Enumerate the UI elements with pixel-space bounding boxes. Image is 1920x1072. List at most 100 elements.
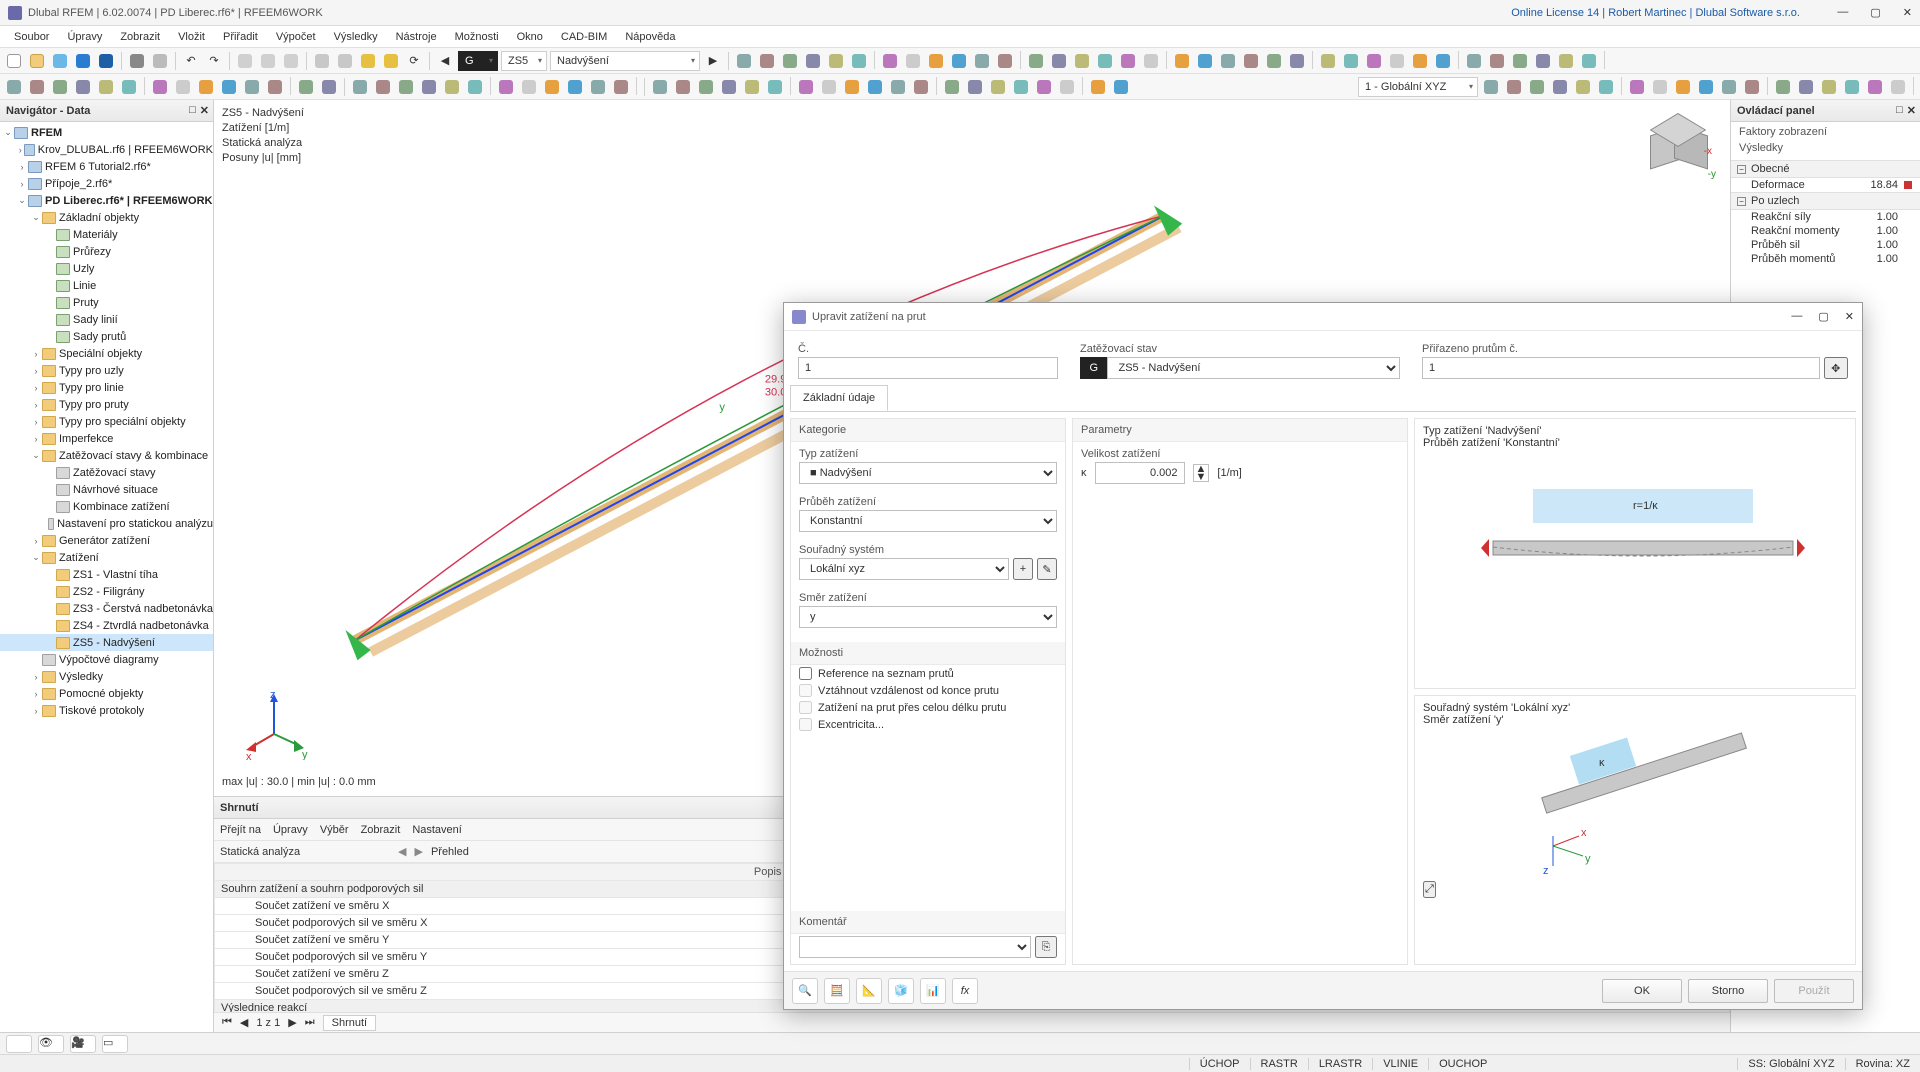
tb1-27-icon[interactable] [1387,51,1407,71]
maximize-button[interactable]: ▢ [1866,4,1884,21]
tb2a-5-icon[interactable] [119,77,139,97]
dlg-cs-select[interactable]: Lokální xyz [799,558,1009,580]
tb2d-8-icon[interactable] [1673,77,1693,97]
tb2b-6-icon[interactable] [496,77,516,97]
tb1-23-icon[interactable] [1287,51,1307,71]
menu-výsledky[interactable]: Výsledky [326,28,386,46]
next-icon[interactable]: ▶ [414,845,422,858]
tree-item[interactable]: Materiály [0,226,213,243]
tree-item[interactable]: ›Typy pro speciální objekty [0,413,213,430]
tab-basic-data[interactable]: Základní údaje [790,385,888,411]
summary-view-combo[interactable]: Přehled [431,846,591,858]
dlg-assign-input[interactable] [1422,357,1820,379]
tb2c-2-icon[interactable] [696,77,716,97]
tree-item[interactable]: ⌄PD Liberec.rf6* | RFEEM6WORK [0,192,213,209]
tb2a-11-icon[interactable] [265,77,285,97]
tb1-15-icon[interactable] [1095,51,1115,71]
menu-zobrazit[interactable]: Zobrazit [112,28,168,46]
tb1-17-icon[interactable] [1141,51,1161,71]
tree-item[interactable]: Kombinace zatížení [0,498,213,515]
tb2a-2-icon[interactable] [50,77,70,97]
dlg-num-input[interactable] [798,357,1058,379]
pager-first-icon[interactable]: ⏮ [222,1016,232,1029]
tb1-13-icon[interactable] [1049,51,1069,71]
preview-toggle-icon[interactable]: ⤢ [1423,881,1436,898]
tb1-10-icon[interactable] [972,51,992,71]
tb1-3-icon[interactable] [803,51,823,71]
tb2b-9-icon[interactable] [565,77,585,97]
menu-okno[interactable]: Okno [509,28,551,46]
tb1-18-icon[interactable] [1172,51,1192,71]
tb2c-6-icon[interactable] [796,77,816,97]
tb2c-1-icon[interactable] [673,77,693,97]
print-icon[interactable] [127,51,147,71]
tb2c-3-icon[interactable] [719,77,739,97]
zoom-fit-icon[interactable] [358,51,378,71]
menu-možnosti[interactable]: Možnosti [447,28,507,46]
tree-item[interactable]: Sady prutů [0,328,213,345]
dlg-dist-select[interactable]: Konstantní [799,510,1057,532]
tb1-30-icon[interactable] [1464,51,1484,71]
dlg-comment-select[interactable] [799,936,1031,958]
tb2b-10-icon[interactable] [588,77,608,97]
tb1-0-icon[interactable] [734,51,754,71]
view-a-icon[interactable] [235,51,255,71]
tree-item[interactable]: ›Typy pro uzly [0,362,213,379]
tb1-1-icon[interactable] [757,51,777,71]
dlg-tool-2-icon[interactable]: 🧮 [824,978,850,1004]
open-icon[interactable] [27,51,47,71]
tree-item[interactable]: ›Krov_DLUBAL.rf6 | RFEEM6WORK [0,141,213,158]
snap-rastr[interactable]: RASTR [1250,1058,1308,1070]
tree-item[interactable]: ZS4 - Ztvrdlá nadbetonávka [0,617,213,634]
dlg-mag-input[interactable] [1095,462,1185,484]
tb1-28-icon[interactable] [1410,51,1430,71]
cs-new-icon[interactable]: + [1013,558,1033,580]
summary-tab[interactable]: Zobrazit [361,824,401,836]
menu-nápověda[interactable]: Nápověda [617,28,683,46]
prev-lc-icon[interactable]: ◀ [435,51,455,71]
tb2c-4-icon[interactable] [742,77,762,97]
tb2c-7-icon[interactable] [819,77,839,97]
tb2d-10-icon[interactable] [1719,77,1739,97]
tb1-7-icon[interactable] [903,51,923,71]
tb2c-8-icon[interactable] [842,77,862,97]
comment-copy-icon[interactable]: ⎘ [1035,936,1057,958]
ok-button[interactable]: OK [1602,979,1682,1003]
tree-item[interactable]: ⌄Zatěžovací stavy & kombinace [0,447,213,464]
tree-item[interactable]: ›Výsledky [0,668,213,685]
dlg-tool-5-icon[interactable]: 📊 [920,978,946,1004]
pager-next-icon[interactable]: ▶ [288,1016,296,1029]
tb2d-12-icon[interactable] [1773,77,1793,97]
dlg-tool-fx-icon[interactable]: fx [952,978,978,1004]
tb2c-10-icon[interactable] [888,77,908,97]
tb2b-11-icon[interactable] [611,77,631,97]
tb1-33-icon[interactable] [1533,51,1553,71]
tb1-19-icon[interactable] [1195,51,1215,71]
tb1-35-icon[interactable] [1579,51,1599,71]
tb2a-7-icon[interactable] [173,77,193,97]
apply-button[interactable]: Použít [1774,979,1854,1003]
tree-item[interactable]: ZS2 - Filigrány [0,583,213,600]
panel-row[interactable]: Reakční momenty1.00 [1731,224,1920,238]
tb2d-3-icon[interactable] [1550,77,1570,97]
tree-item[interactable]: ›Přípoje_2.rf6* [0,175,213,192]
tb2d-17-icon[interactable] [1888,77,1908,97]
tb2a-13-icon[interactable] [319,77,339,97]
refresh-icon[interactable]: ⟳ [404,51,424,71]
tb2c-19-icon[interactable] [1111,77,1131,97]
cancel-button[interactable]: Storno [1688,979,1768,1003]
tree-item[interactable]: ZS1 - Vlastní tíha [0,566,213,583]
tb1-5-icon[interactable] [849,51,869,71]
tb1-25-icon[interactable] [1341,51,1361,71]
tb2c-14-icon[interactable] [988,77,1008,97]
dlg-tool-4-icon[interactable]: 🧊 [888,978,914,1004]
snap-lrastr[interactable]: LRASTR [1308,1058,1372,1070]
pin-icon[interactable]: □ [189,104,196,117]
summary-tab[interactable]: Úpravy [273,824,308,836]
tb2c-9-icon[interactable] [865,77,885,97]
menu-vložit[interactable]: Vložit [170,28,213,46]
tree-item[interactable]: ›Tiskové protokoly [0,702,213,719]
tree-item[interactable]: Sady linií [0,311,213,328]
tree-item[interactable]: ›RFEM 6 Tutorial2.rf6* [0,158,213,175]
close-button[interactable]: ✕ [1899,4,1916,21]
